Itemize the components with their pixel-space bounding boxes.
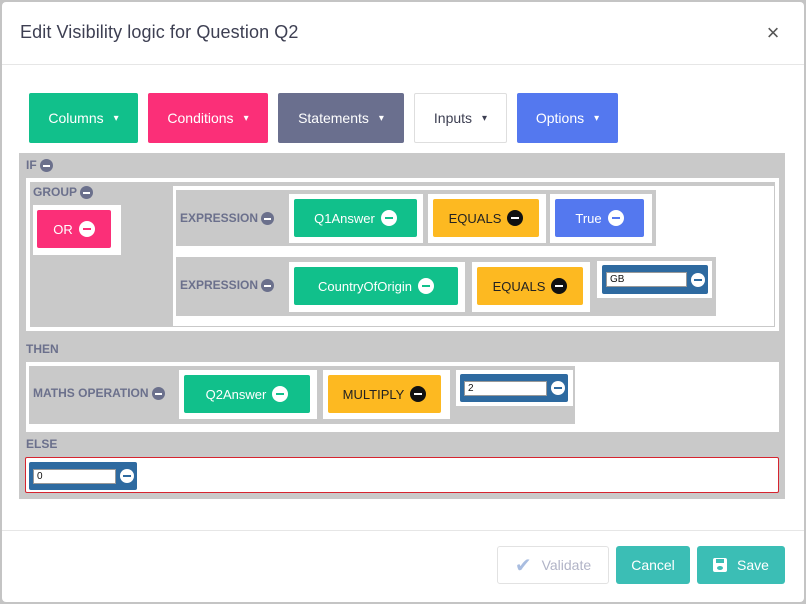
options-label: Options bbox=[535, 110, 585, 126]
value-input[interactable] bbox=[33, 468, 116, 484]
remove-icon[interactable] bbox=[607, 210, 624, 226]
expression-label: EXPRESSION bbox=[180, 278, 275, 292]
value-input[interactable] bbox=[606, 272, 687, 287]
remove-icon[interactable] bbox=[80, 185, 94, 199]
conditions-dropdown[interactable]: Conditions ▾ bbox=[148, 93, 268, 143]
columns-dropdown[interactable]: Columns ▾ bbox=[29, 93, 138, 143]
operator-chip-multiply[interactable]: MULTIPLY bbox=[328, 375, 441, 413]
or-operator-chip[interactable]: OR bbox=[37, 210, 111, 248]
value-input-chip-gb bbox=[602, 265, 708, 294]
remove-icon[interactable] bbox=[120, 469, 134, 483]
field-chip-q1answer[interactable]: Q1Answer bbox=[294, 199, 417, 237]
remove-icon[interactable] bbox=[507, 210, 524, 226]
group-label: GROUP bbox=[33, 185, 94, 199]
close-icon[interactable]: × bbox=[764, 22, 782, 44]
remove-icon[interactable] bbox=[39, 158, 53, 172]
field-chip-q2answer[interactable]: Q2Answer bbox=[184, 375, 310, 413]
remove-icon[interactable] bbox=[551, 278, 568, 294]
chevron-down-icon: ▾ bbox=[594, 112, 600, 124]
else-input-chip bbox=[29, 462, 137, 490]
dialog-footer bbox=[2, 530, 804, 531]
remove-icon[interactable] bbox=[691, 272, 705, 287]
chevron-down-icon: ▾ bbox=[243, 112, 249, 124]
value-input-chip-2 bbox=[460, 374, 568, 402]
dialog-title: Edit Visibility logic for Question Q2 bbox=[20, 22, 299, 42]
remove-icon[interactable] bbox=[410, 386, 427, 402]
remove-icon[interactable] bbox=[261, 211, 275, 225]
value-chip-true[interactable]: True bbox=[555, 199, 644, 237]
remove-icon[interactable] bbox=[272, 386, 289, 402]
statements-label: Statements bbox=[298, 110, 369, 126]
expression-label: EXPRESSION bbox=[180, 211, 275, 225]
inputs-label: Inputs bbox=[433, 110, 473, 126]
chevron-down-icon: ▾ bbox=[113, 112, 119, 124]
inputs-dropdown[interactable]: Inputs ▾ bbox=[414, 93, 507, 143]
else-block bbox=[25, 457, 779, 493]
remove-icon[interactable] bbox=[551, 381, 565, 395]
save-button[interactable]: Save bbox=[697, 546, 785, 584]
value-input[interactable] bbox=[464, 380, 547, 396]
check-icon: ✔ bbox=[514, 554, 532, 577]
chevron-down-icon: ▾ bbox=[378, 112, 384, 124]
cancel-button[interactable]: Cancel bbox=[616, 546, 690, 584]
chevron-down-icon: ▾ bbox=[482, 112, 488, 124]
edit-visibility-dialog: Edit Visibility logic for Question Q2 × … bbox=[2, 2, 804, 602]
dialog-header: Edit Visibility logic for Question Q2 × bbox=[2, 2, 804, 65]
remove-icon[interactable] bbox=[417, 278, 434, 294]
maths-operation-label: MATHS OPERATION bbox=[33, 386, 165, 400]
conditions-label: Conditions bbox=[167, 110, 234, 126]
operator-chip-equals[interactable]: EQUALS bbox=[477, 267, 583, 305]
operator-chip-equals[interactable]: EQUALS bbox=[433, 199, 539, 237]
then-label: THEN bbox=[26, 342, 59, 356]
validate-button[interactable]: ✔ Validate bbox=[497, 546, 609, 584]
columns-label: Columns bbox=[48, 110, 104, 126]
remove-icon[interactable] bbox=[261, 278, 275, 292]
remove-icon[interactable] bbox=[380, 210, 397, 226]
remove-icon[interactable] bbox=[78, 221, 95, 237]
remove-icon[interactable] bbox=[151, 386, 165, 400]
if-label: IF bbox=[26, 158, 53, 172]
options-dropdown[interactable]: Options ▾ bbox=[517, 93, 618, 143]
else-label: ELSE bbox=[26, 437, 58, 451]
statements-dropdown[interactable]: Statements ▾ bbox=[278, 93, 404, 143]
field-chip-countryoforigin[interactable]: CountryOfOrigin bbox=[294, 267, 458, 305]
floppy-disk-icon bbox=[713, 558, 728, 572]
